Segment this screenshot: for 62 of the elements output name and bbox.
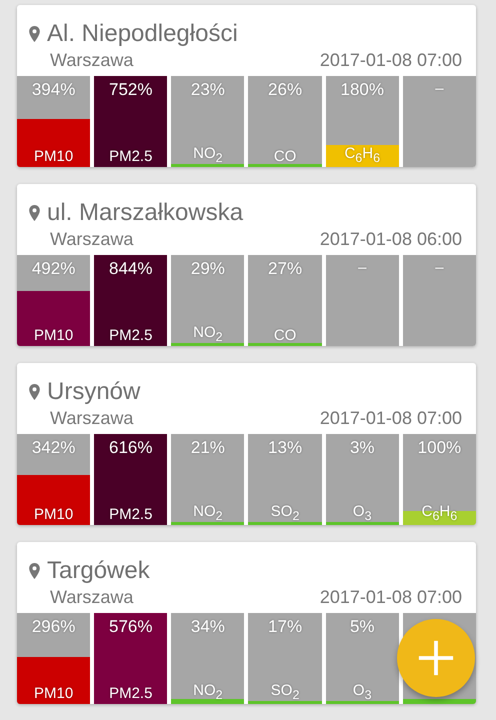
measurement-time: 2017-01-08 07:00 <box>320 49 462 72</box>
pollutant-label: O$_{3}$ <box>352 503 372 523</box>
pollutant-label: SO$_{2}$ <box>270 503 300 523</box>
station-card[interactable]: Al. Niepodległości Warszawa 2017-01-08 07:00 394% PM10 752% PM2.5 23% NO$_{2}$ 26% CO 180% C$_{6}$H$_{6}$ – <box>17 5 476 167</box>
percent-value: 29% <box>190 259 225 279</box>
percent-value: 492% <box>32 259 76 279</box>
percent-value: 576% <box>109 617 152 637</box>
percent-value: 296% <box>32 617 76 637</box>
station-name: Targówek <box>47 556 150 586</box>
percent-value: 21% <box>190 438 225 458</box>
pollutant-label: PM10 <box>34 148 74 165</box>
pollutant-label: NO$_{2}$ <box>193 145 223 165</box>
pollutant-label: SO$_{2}$ <box>270 682 300 702</box>
percent-value: 342% <box>32 438 76 458</box>
percent-value: 26% <box>268 80 302 100</box>
measurement-time: 2017-01-08 06:00 <box>320 228 462 251</box>
pollutant-label: PM2.5 <box>109 327 152 344</box>
pollutant-label: – <box>435 259 444 276</box>
pollutant-label: CO <box>274 327 296 344</box>
pollutant-label: – <box>435 80 444 97</box>
location-pin-icon <box>29 26 40 42</box>
station-card[interactable]: Targówek Warszawa 2017-01-08 07:00 296% PM10 576% PM2.5 34% NO$_{2}$ 17% SO$_{2}$ 5% O$_{3}$ <box>17 542 476 704</box>
pollutant-label: PM10 <box>34 506 74 523</box>
station-name: Al. Niepodległości <box>47 19 238 49</box>
station-name: ul. Marszałkowska <box>47 198 244 228</box>
plus-icon <box>417 639 455 677</box>
city-name: Warszawa <box>50 228 134 251</box>
pollutant-label: NO$_{2}$ <box>193 324 223 344</box>
percent-value: 394% <box>32 80 76 100</box>
pollutant-label: CO <box>274 148 296 165</box>
measurement-time: 2017-01-08 07:00 <box>320 586 462 609</box>
percent-value: 13% <box>268 438 302 458</box>
percent-value: 23% <box>190 80 225 100</box>
percent-value: 5% <box>350 617 375 637</box>
station-card[interactable]: ul. Marszałkowska Warszawa 2017-01-08 06:00 492% PM10 844% PM2.5 29% NO$_{2}$ 27% CO – – <box>17 184 476 346</box>
pollutant-label: NO$_{2}$ <box>193 503 223 523</box>
pollutant-label: NO$_{2}$ <box>193 682 223 702</box>
city-name: Warszawa <box>50 407 134 430</box>
pollutant-label: PM10 <box>34 327 74 344</box>
percent-value: 17% <box>268 617 302 637</box>
pollutant-label: C$_{6}$H$_{6}$ <box>344 145 380 165</box>
city-name: Warszawa <box>50 586 134 609</box>
location-pin-icon <box>29 205 40 221</box>
percent-value: 844% <box>109 259 152 279</box>
pollutant-label: PM10 <box>34 685 74 702</box>
percent-value: 100% <box>418 438 462 458</box>
percent-value: 752% <box>109 80 152 100</box>
city-name: Warszawa <box>50 49 134 72</box>
percent-value: 27% <box>268 259 302 279</box>
percent-value: 180% <box>340 80 384 100</box>
pollutant-label: O$_{3}$ <box>352 682 372 702</box>
location-pin-icon <box>29 384 40 400</box>
percent-value: 34% <box>190 617 225 637</box>
percent-value: 3% <box>350 438 375 458</box>
pollutant-label: PM2.5 <box>109 506 152 523</box>
percent-value: 616% <box>109 438 152 458</box>
pollutant-label: PM2.5 <box>109 685 152 702</box>
station-name: Ursynów <box>47 377 140 407</box>
location-pin-icon <box>29 563 40 579</box>
measurement-time: 2017-01-08 07:00 <box>320 407 462 430</box>
pollutant-label: PM2.5 <box>109 148 152 165</box>
pollutant-label: – <box>358 259 366 276</box>
